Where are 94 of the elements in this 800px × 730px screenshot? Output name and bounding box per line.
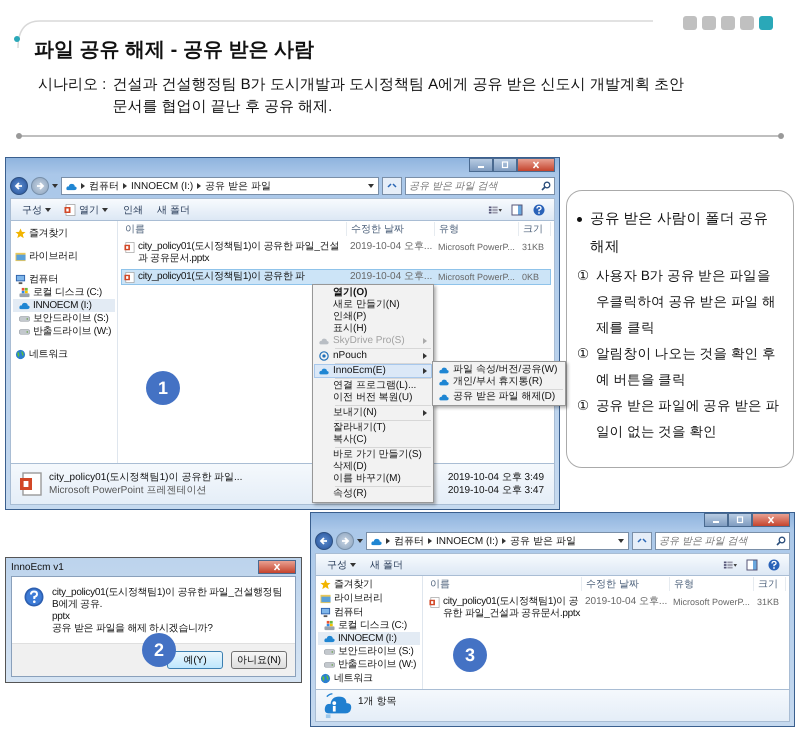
toolbar-button[interactable]: 구성: [324, 556, 359, 572]
step-text: 사용자 B가 공유 받은 파일을 우클릭하여 공유 받은 파일 해제를 클릭: [596, 267, 777, 337]
nav-item[interactable]: 즐겨찾기: [318, 578, 420, 591]
menu-item[interactable]: 공유 받은 파일 해제(D): [435, 391, 563, 403]
breadcrumb-item[interactable]: 컴퓨터: [394, 534, 424, 548]
file-name: city_policy01(도시정책팀1)이 공유한 파일_건설과 공유문서.pptx: [138, 241, 340, 265]
nav-item[interactable]: INNOECM (I:): [318, 632, 420, 645]
menu-item[interactable]: nPouch: [315, 350, 431, 362]
nav-item[interactable]: 컴퓨터: [13, 273, 115, 286]
step-text: 알림창이 나오는 것을 확인 후 예 버튼을 클릭: [596, 345, 777, 389]
menu-item[interactable]: 보내기(N): [315, 407, 431, 419]
menu-item[interactable]: 연결 프로그램(L)...: [315, 380, 431, 392]
breadcrumb-item[interactable]: 공유 받은 파일: [205, 179, 271, 193]
column-header[interactable]: 크기: [519, 222, 551, 236]
nav-item[interactable]: 보안드라이브 (S:): [318, 645, 420, 658]
menu-item[interactable]: 이전 버전 복원(U): [315, 392, 431, 404]
table-cell-text: 31KB: [756, 596, 780, 608]
nav-item[interactable]: 로컬 디스크 (C:): [13, 286, 115, 299]
dialog-button[interactable]: 예(Y): [167, 651, 223, 669]
column-header[interactable]: 수정한 날짜: [582, 577, 670, 591]
table-cell-text: Microsoft PowerP...: [672, 596, 751, 608]
nav-item[interactable]: 로컬 디스크 (C:): [318, 619, 420, 632]
table-cell-text: 0KB: [521, 271, 540, 283]
step-badge: 2: [142, 633, 176, 667]
menu-item[interactable]: 개인/부서 휴지통(R): [435, 376, 563, 388]
file-name: city_policy01(도시정책팀1)이 공유한 파일_건설과 공유문서.pptx: [443, 596, 581, 620]
scenario-label: 시나리오 :: [38, 75, 106, 95]
detail-value: 2019-10-04 오후 3:49: [448, 471, 544, 484]
step-marker: ①: [577, 397, 589, 415]
breadcrumb-item[interactable]: 공유 받은 파일: [510, 534, 576, 548]
file-row[interactable]: city_policy01(도시정책팀1)이 공유한 파일_건설과 공유문서.pptx 2019-10-04 오후... Microsoft PowerP... 31KB: [121, 239, 551, 267]
menu-item[interactable]: InnoEcm(E): [315, 365, 431, 377]
menu-item[interactable]: 잘라내기(T): [315, 422, 431, 434]
column-header[interactable]: 이름: [121, 222, 347, 236]
dialog-title: InnoEcm v1: [11, 562, 64, 572]
toolbar-button[interactable]: 인쇄: [120, 202, 146, 218]
address-bar[interactable]: 컴퓨터 INNOECM (I:) 공유 받은 파일: [366, 532, 629, 550]
menu-item[interactable]: 바로 가기 만들기(S): [315, 449, 431, 461]
nav-item[interactable]: 라이브러리: [13, 250, 115, 263]
menu-item[interactable]: 속성(R): [315, 488, 431, 500]
table-cell-text: 31KB: [521, 241, 546, 253]
breadcrumb-item[interactable]: 컴퓨터: [89, 179, 119, 193]
nav-item[interactable]: 네트워크: [318, 672, 420, 685]
nav-item[interactable]: 네트워크: [13, 348, 115, 361]
nav-item[interactable]: 반출드라이브 (W:): [318, 658, 420, 671]
table-cell-text: 2019-10-04 오후...: [584, 596, 668, 608]
status-text: 1개 항목: [358, 695, 396, 708]
scenario-text: 건설과 건설행정팀 B가 도시개발과 도시정책팀 A에게 공유 받은 신도시 개발계획 초안 문서를 협업이 끝난 후 공유 해제.: [112, 75, 684, 117]
menu-item[interactable]: 복사(C): [315, 434, 431, 446]
dialog-message: city_policy01(도시정책팀1)이 공유한 파일_건설행정팀 B에게 공유. pptx 공유 받은 파일을 해제 하시겠습니까?: [52, 587, 284, 635]
nav-item[interactable]: INNOECM (I:): [13, 299, 115, 312]
step-badge: 1: [146, 371, 180, 405]
step-badge: 3: [453, 638, 487, 672]
menu-item[interactable]: 파일 속성/버전/공유(W): [435, 364, 563, 376]
address-bar[interactable]: 컴퓨터 INNOECM (I:) 공유 받은 파일: [61, 177, 379, 195]
step-marker: ①: [577, 345, 589, 363]
search-field[interactable]: 공유 받은 파일 검색: [405, 177, 555, 195]
column-header[interactable]: 이름: [426, 577, 582, 591]
dialog-button[interactable]: 아니요(N): [231, 651, 287, 669]
menu-item[interactable]: 인쇄(P): [315, 311, 431, 323]
column-header[interactable]: 유형: [435, 222, 519, 236]
search-field[interactable]: 공유 받은 파일 검색: [655, 532, 790, 550]
step-marker: ①: [577, 267, 589, 285]
column-header[interactable]: 수정한 날짜: [347, 222, 435, 236]
table-cell-text: Microsoft PowerP...: [437, 271, 516, 283]
column-header[interactable]: 유형: [670, 577, 754, 591]
menu-item[interactable]: 열기(O): [315, 287, 431, 299]
nav-item[interactable]: 즐겨찾기: [13, 227, 115, 240]
detail-file-type: Microsoft PowerPoint 프레젠테이션: [49, 484, 208, 497]
nav-item[interactable]: 컴퓨터: [318, 606, 420, 619]
toolbar-button[interactable]: 새 폴더: [154, 202, 193, 218]
detail-file-name: city_policy01(도시정책팀1)이 공유한 파일...: [49, 471, 242, 484]
table-cell-text: 2019-10-04 오후...: [349, 271, 434, 283]
menu-item[interactable]: 이름 바꾸기(M): [315, 473, 431, 485]
table-cell-text: 2019-10-04 오후...: [349, 241, 434, 253]
breadcrumb-item[interactable]: INNOECM (I:): [436, 536, 498, 546]
breadcrumb-item[interactable]: INNOECM (I:): [131, 180, 194, 192]
nav-item[interactable]: 반출드라이브 (W:): [13, 325, 115, 338]
nav-item[interactable]: 보안드라이브 (S:): [13, 312, 115, 325]
file-row[interactable]: city_policy01(도시정책팀1)이 공유한 파일_건설과 공유문서.pptx 2019-10-04 오후... Microsoft PowerP... 31KB: [426, 594, 786, 622]
table-cell-text: Microsoft PowerP...: [437, 241, 516, 253]
notes-heading: 공유 받은 사람이 폴더 공유 해제: [590, 210, 770, 257]
toolbar-button[interactable]: 구성: [19, 202, 54, 218]
step-text: 공유 받은 파일에 공유 받은 파일이 없는 것을 확인: [596, 397, 780, 441]
slide-title: 파일 공유 해제 - 공유 받은 사람: [34, 38, 314, 63]
file-name: city_policy01(도시정책팀1)이 공유한 파: [138, 271, 305, 283]
nav-item[interactable]: 라이브러리: [318, 592, 420, 605]
menu-item[interactable]: 새로 만들기(N): [315, 299, 431, 311]
column-header[interactable]: 크기: [754, 577, 786, 591]
menu-item[interactable]: 삭제(D): [315, 461, 431, 473]
detail-value: 2019-10-04 오후 3:47: [448, 484, 544, 497]
toolbar-button[interactable]: 새 폴더: [367, 556, 406, 572]
menu-item[interactable]: 표시(H): [315, 323, 431, 335]
toolbar-button[interactable]: 열기: [62, 202, 112, 218]
